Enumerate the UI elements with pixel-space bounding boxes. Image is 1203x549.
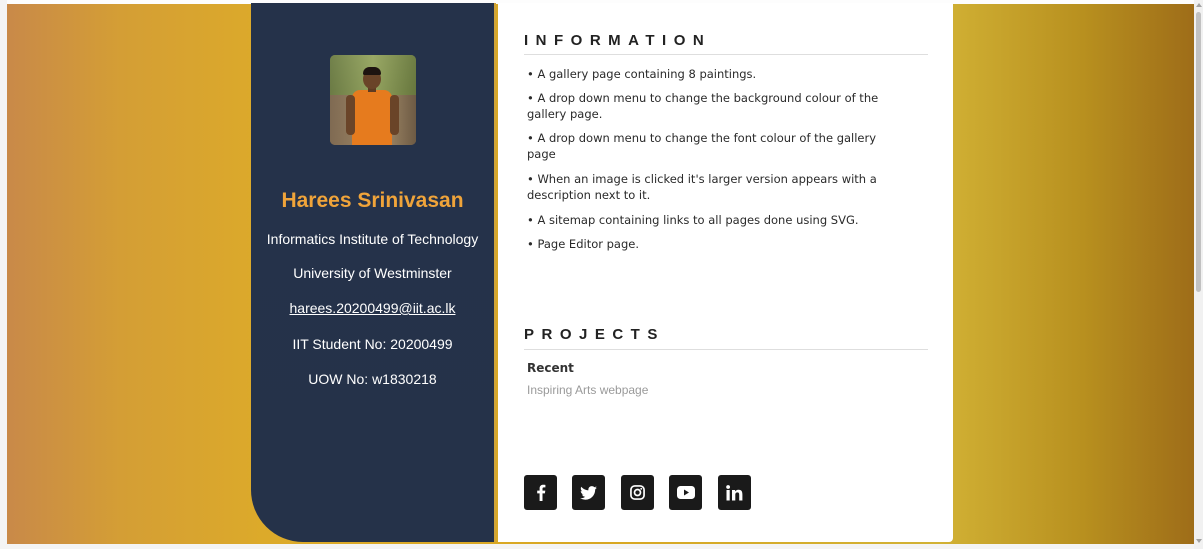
list-item: • A gallery page containing 8 paintings.	[527, 67, 757, 81]
list-item: • A drop down menu to change the font co…	[527, 131, 877, 161]
scrollbar-thumb[interactable]	[1196, 12, 1201, 292]
scroll-up-icon[interactable]	[1196, 3, 1202, 7]
facebook-button[interactable]	[524, 475, 557, 510]
list-item: • A sitemap containing links to all page…	[527, 213, 859, 227]
window-left-edge	[0, 0, 7, 549]
linkedin-icon	[726, 484, 743, 500]
instagram-button[interactable]	[621, 475, 654, 510]
information-divider	[524, 54, 928, 55]
list-item: • When an image is clicked it's larger v…	[527, 172, 877, 202]
facebook-icon	[536, 484, 545, 501]
projects-recent-label: Recent	[527, 361, 574, 375]
iit-student-number: IIT Student No: 20200499	[292, 336, 453, 352]
twitter-button[interactable]	[572, 475, 605, 510]
list-item: • Page Editor page.	[527, 237, 640, 251]
projects-heading: PROJECTS	[524, 326, 665, 343]
avatar	[330, 55, 416, 145]
projects-divider	[524, 349, 928, 350]
instagram-icon	[630, 485, 645, 500]
profile-sidebar: Harees Srinivasan Informatics Institute …	[251, 3, 496, 542]
youtube-icon	[676, 486, 695, 499]
recent-project[interactable]: Inspiring Arts webpage	[527, 383, 648, 397]
linkedin-button[interactable]	[718, 475, 751, 510]
email-link[interactable]: harees.20200499@iit.ac.lk	[251, 300, 494, 316]
institute-text: Informatics Institute of Technology	[266, 231, 479, 247]
list-item: • A drop down menu to change the backgro…	[527, 91, 879, 121]
twitter-icon	[580, 485, 597, 500]
scroll-down-icon[interactable]	[1196, 539, 1202, 543]
uow-number: UOW No: w1830218	[308, 371, 437, 387]
youtube-button[interactable]	[669, 475, 702, 510]
main-content: INFORMATION • A gallery page containing …	[498, 3, 953, 542]
window-bottom-edge	[0, 544, 1203, 549]
university-text: University of Westminster	[293, 265, 452, 281]
page-scrollbar[interactable]	[1194, 0, 1203, 549]
profile-name: Harees Srinivasan	[281, 189, 464, 212]
information-heading: INFORMATION	[524, 32, 712, 49]
